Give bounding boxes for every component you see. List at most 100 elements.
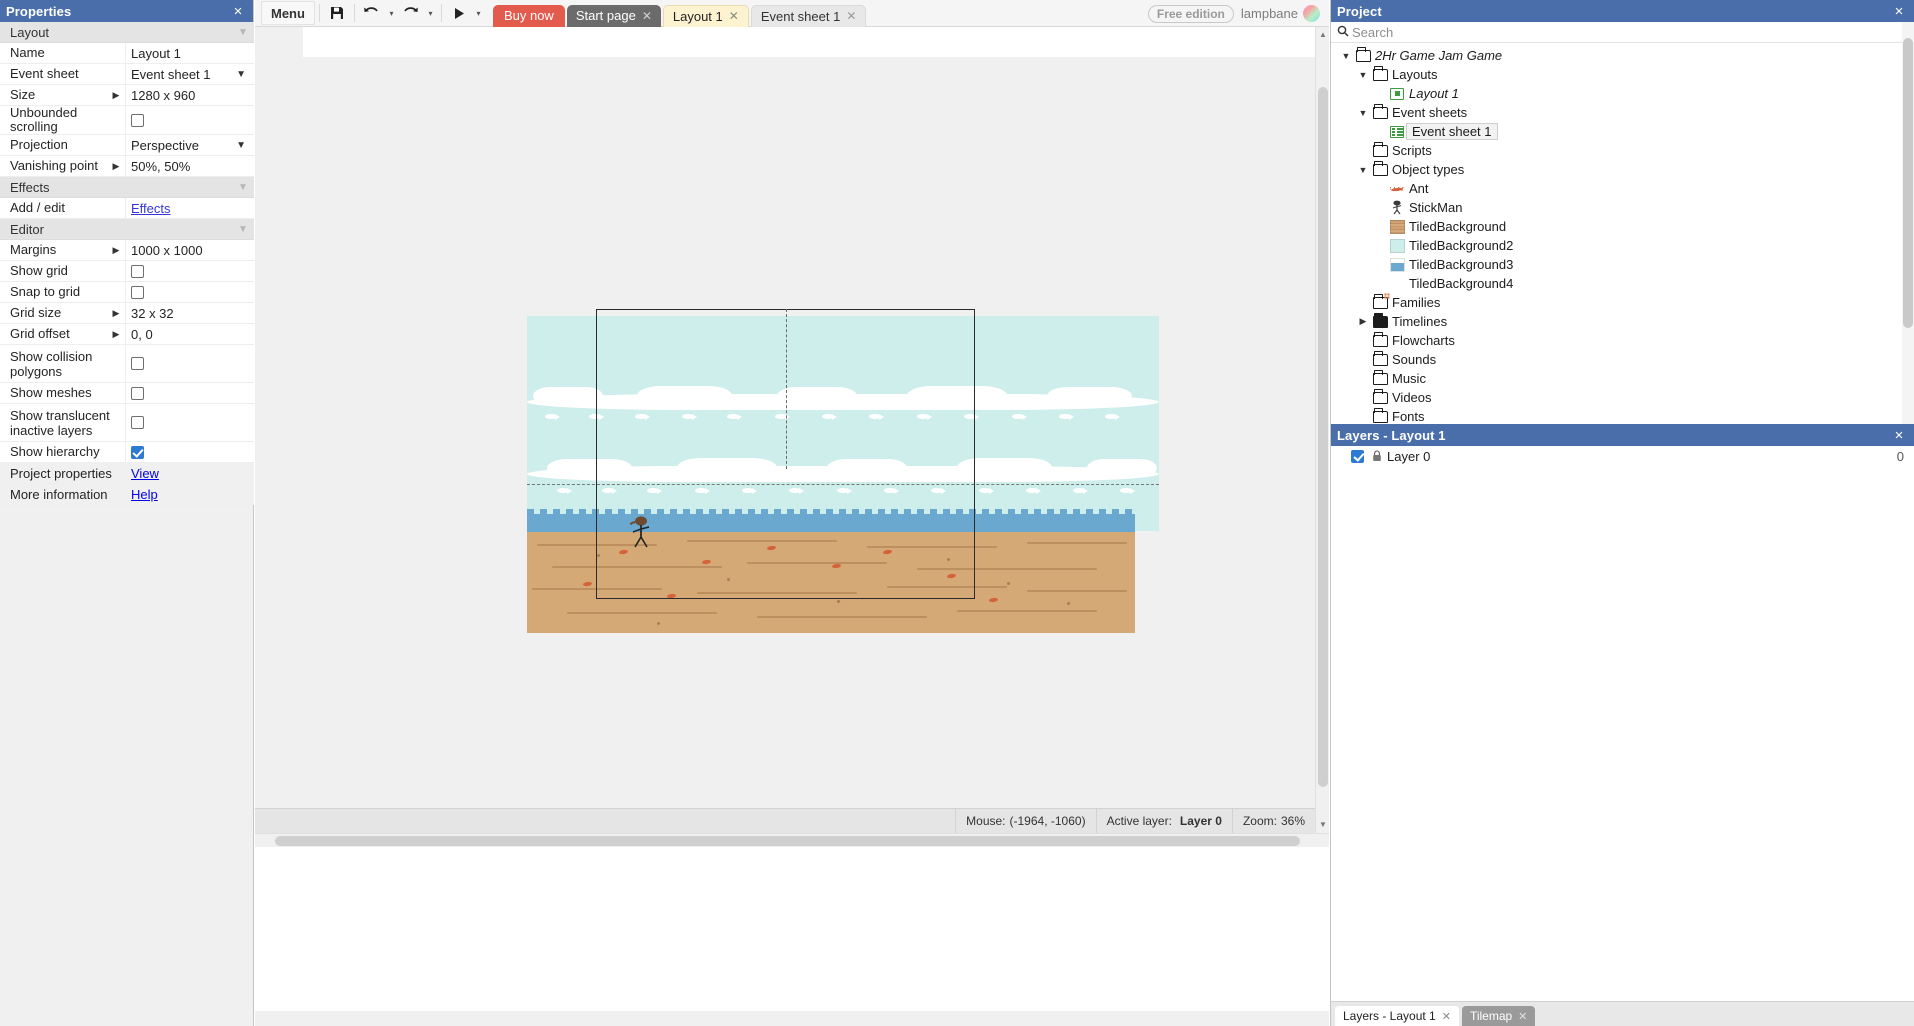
dock-tab-close-icon[interactable]: ✕ [1518,1010,1527,1023]
scroll-down-icon[interactable]: ▼ [1316,817,1330,831]
checkbox-unbounded-scrolling[interactable] [131,114,144,127]
tree-item-object-types[interactable]: ▼Object types [1331,160,1914,179]
tree-item-flowcharts[interactable]: ▪Flowcharts [1331,331,1914,350]
tree-item-sounds[interactable]: ▪Sounds [1331,350,1914,369]
close-icon[interactable]: × [1890,426,1908,444]
undo-dropdown-icon[interactable]: ▾ [385,1,398,25]
tree-item-tiledbackground[interactable]: ▪TiledBackground [1331,217,1914,236]
avatar[interactable] [1303,5,1320,22]
layout-vertical-scrollbar[interactable]: ▲ ▼ [1315,27,1329,833]
link-effects[interactable]: Effects [131,201,171,216]
tab-event-sheet-1[interactable]: Event sheet 1✕ [751,5,867,27]
chevron-down-icon[interactable]: ▼ [232,182,254,193]
chevron-down-icon[interactable]: ▼ [232,224,254,235]
chevron-down-icon[interactable]: ▼ [232,27,254,38]
property-value-cell[interactable]: 1000 x 1000 [126,240,254,260]
bottom-scroll-strip[interactable] [255,1011,1329,1026]
tree-item-layout-1[interactable]: ▪Layout 1 [1331,84,1914,103]
property-value[interactable]: 1280 x 960 [131,88,195,103]
tab-close-icon[interactable]: ✕ [846,9,856,23]
expand-arrow-icon[interactable]: ▶ [109,88,123,102]
property-value[interactable]: 1000 x 1000 [131,243,203,258]
undo-icon[interactable] [359,1,385,25]
checkbox-show-grid[interactable] [131,265,144,278]
redo-icon[interactable] [398,1,424,25]
menu-button[interactable]: Menu [261,1,315,25]
property-value-cell[interactable]: 32 x 32 [126,303,254,323]
property-value-cell[interactable] [126,106,254,134]
project-tree[interactable]: ▼2Hr Game Jam Game▼Layouts▪Layout 1▼Even… [1331,43,1914,424]
stickman-instance[interactable] [629,515,655,549]
expand-arrow-icon[interactable]: ▶ [109,159,123,173]
dock-tab-tilemap[interactable]: Tilemap✕ [1462,1006,1535,1026]
property-value-cell[interactable]: 50%, 50% [126,156,254,176]
tree-item-timelines[interactable]: ▶Timelines [1331,312,1914,331]
checkbox-show-meshes[interactable] [131,387,144,400]
layer-visibility-checkbox[interactable] [1351,450,1364,463]
dock-tab-layers-layout-1[interactable]: Layers - Layout 1✕ [1335,1006,1459,1026]
close-icon[interactable]: × [229,2,247,20]
expand-arrow-icon[interactable]: ▶ [109,327,123,341]
property-group-layout[interactable]: Layout▼ [0,22,254,43]
play-dropdown-icon[interactable]: ▾ [472,1,485,25]
property-value[interactable]: 0, 0 [131,327,153,342]
lock-icon[interactable] [1369,450,1384,462]
project-search-bar[interactable]: Search [1331,22,1914,43]
property-value[interactable]: Layout 1 [131,46,181,61]
tab-start-page[interactable]: Start page✕ [567,5,661,27]
link-view[interactable]: View [131,466,159,481]
property-value-cell[interactable] [126,442,254,462]
vertical-scroll-thumb[interactable] [1318,87,1328,787]
chevron-down-icon[interactable]: ▼ [1356,165,1370,175]
tree-item-videos[interactable]: ▪Videos [1331,388,1914,407]
dock-tab-close-icon[interactable]: ✕ [1442,1010,1451,1023]
property-value[interactable]: Event sheet 1 [131,67,211,82]
property-value[interactable]: 32 x 32 [131,306,174,321]
chevron-down-icon[interactable]: ▼ [1356,108,1370,118]
horizontal-scroll-thumb[interactable] [275,836,1300,846]
property-group-editor[interactable]: Editor▼ [0,219,254,240]
project-scrollbar[interactable] [1902,22,1914,424]
property-value[interactable]: Perspective [131,138,199,153]
property-value[interactable]: 50%, 50% [131,159,190,174]
chevron-down-icon[interactable]: ▼ [236,69,249,80]
checkbox-show-collision-polygons[interactable] [131,357,144,370]
tree-item-layouts[interactable]: ▼Layouts [1331,65,1914,84]
property-value-cell[interactable]: Perspective ▼ [126,135,254,155]
property-value-cell[interactable]: Effects [126,198,254,218]
chevron-down-icon[interactable]: ▼ [236,140,249,151]
username-label[interactable]: lampbane [1241,6,1298,21]
scroll-up-icon[interactable]: ▲ [1316,27,1330,41]
expand-arrow-icon[interactable]: ▶ [109,243,123,257]
property-value-cell[interactable]: Event sheet 1 ▼ [126,64,254,84]
layout-canvas[interactable] [255,27,1315,808]
save-icon[interactable] [324,1,350,25]
project-scroll-thumb[interactable] [1903,38,1913,328]
property-value-cell[interactable] [126,261,254,281]
property-group-effects[interactable]: Effects▼ [0,177,254,198]
edition-badge[interactable]: Free edition [1148,5,1234,23]
tree-item-tiledbackground2[interactable]: ▪TiledBackground2 [1331,236,1914,255]
property-value-cell[interactable] [126,282,254,302]
checkbox-snap-to-grid[interactable] [131,286,144,299]
layout-horizontal-scrollbar[interactable] [255,833,1329,847]
tree-item-scripts[interactable]: ▪Scripts [1331,141,1914,160]
tab-close-icon[interactable]: ✕ [729,9,739,23]
tree-item-2hr-game-jam-game[interactable]: ▼2Hr Game Jam Game [1331,46,1914,65]
tab-buy-now[interactable]: Buy now [493,5,565,27]
layer-row[interactable]: Layer 00 [1331,446,1914,466]
checkbox-show-hierarchy[interactable] [131,446,144,459]
tree-item-families[interactable]: ▪Families [1331,293,1914,312]
checkbox-show-translucent-inactive-layers[interactable] [131,416,144,429]
tree-item-event-sheets[interactable]: ▼Event sheets [1331,103,1914,122]
property-value-cell[interactable]: Layout 1 [126,43,254,63]
link-help[interactable]: Help [131,487,158,502]
tree-item-music[interactable]: ▪Music [1331,369,1914,388]
chevron-down-icon[interactable]: ▼ [1339,51,1353,61]
tab-layout-1[interactable]: Layout 1✕ [663,5,749,27]
tree-item-fonts[interactable]: ▪Fonts [1331,407,1914,424]
tree-item-ant[interactable]: ▪Ant [1331,179,1914,198]
property-value-cell[interactable]: 0, 0 [126,324,254,344]
tree-item-event-sheet-1[interactable]: ▪Event sheet 1 [1331,122,1914,141]
tree-item-tiledbackground3[interactable]: ▪TiledBackground3 [1331,255,1914,274]
